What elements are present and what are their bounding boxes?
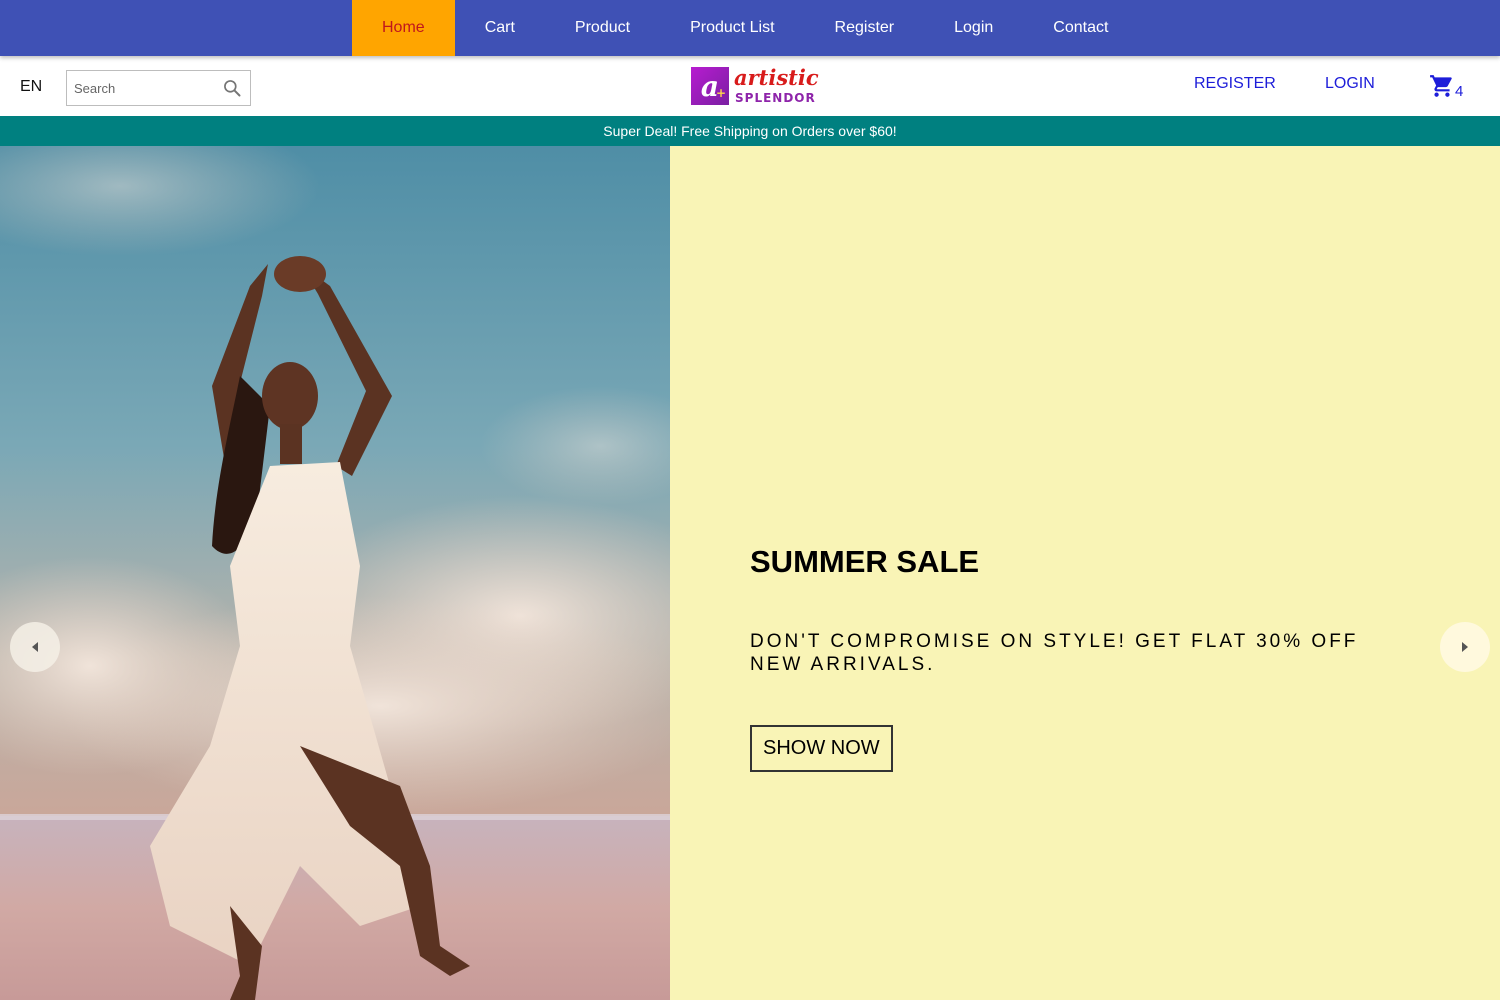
cart-icon <box>1430 75 1452 97</box>
nav-item-home[interactable]: Home <box>352 0 455 56</box>
slider-prev-button[interactable] <box>10 622 60 672</box>
hero-title: SUMMER SALE <box>750 544 980 579</box>
register-link[interactable]: REGISTER <box>1194 75 1276 93</box>
announcement-text: Super Deal! Free Shipping on Orders over… <box>603 123 897 139</box>
search-box <box>66 70 251 106</box>
announcement-bar: Super Deal! Free Shipping on Orders over… <box>0 116 1500 146</box>
hero-content: SUMMER SALE DON'T COMPROMISE ON STYLE! G… <box>750 146 1430 1000</box>
logo-text-primary: artistic <box>734 65 819 90</box>
top-nav: Home Cart Product Product List Register … <box>0 0 1500 56</box>
cart-count-badge: 4 <box>1455 83 1464 100</box>
language-selector[interactable]: EN <box>20 78 42 96</box>
slider-next-button[interactable] <box>1440 622 1490 672</box>
search-input[interactable] <box>74 73 214 103</box>
nav-item-product[interactable]: Product <box>545 0 660 56</box>
site-header: EN a+ artistic SPLENDOR REGISTER LOGIN 4 <box>0 56 1500 116</box>
login-link[interactable]: LOGIN <box>1325 75 1375 93</box>
nav-item-product-list[interactable]: Product List <box>660 0 804 56</box>
hero-image <box>0 146 670 1000</box>
nav-item-cart[interactable]: Cart <box>455 0 545 56</box>
nav-item-register[interactable]: Register <box>805 0 925 56</box>
hero-slider: SUMMER SALE DON'T COMPROMISE ON STYLE! G… <box>0 146 1500 1000</box>
show-now-button[interactable]: SHOW NOW <box>750 725 893 772</box>
nav-item-login[interactable]: Login <box>924 0 1023 56</box>
logo-text-secondary: SPLENDOR <box>735 91 816 105</box>
brand-logo[interactable]: a + artistic SPLENDOR <box>691 65 819 107</box>
hero-description: DON'T COMPROMISE ON STYLE! GET FLAT 30% … <box>750 631 1359 675</box>
nav-item-contact[interactable]: Contact <box>1023 0 1138 56</box>
cart-button[interactable]: 4 <box>1429 73 1479 103</box>
arrow-left-icon <box>32 642 38 652</box>
logo-mark-icon: a + <box>691 67 729 105</box>
search-icon[interactable] <box>222 78 242 98</box>
arrow-right-icon <box>1462 642 1468 652</box>
top-nav-list: Home Cart Product Product List Register … <box>352 0 1138 56</box>
